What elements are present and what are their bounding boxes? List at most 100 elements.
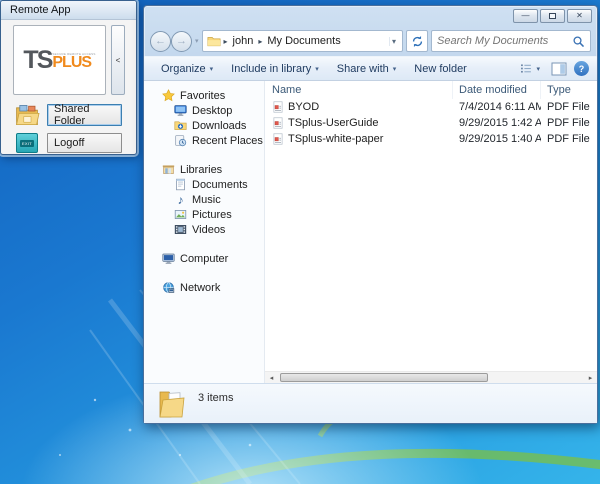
- file-name: TSplus-UserGuide: [288, 117, 378, 129]
- folder-icon: [207, 35, 221, 47]
- views-icon: [519, 62, 533, 75]
- back-icon: ←: [155, 36, 166, 47]
- search-box[interactable]: [431, 30, 591, 52]
- scrollbar-track[interactable]: [278, 372, 584, 383]
- pdf-file-icon: [272, 101, 284, 113]
- include-in-library-button[interactable]: Include in library ▾: [222, 60, 328, 78]
- scroll-left-button[interactable]: ◂: [265, 372, 278, 383]
- documents-icon: [174, 178, 187, 191]
- column-header-type[interactable]: Type: [541, 81, 597, 99]
- file-row-tsplus-white-paper[interactable]: TSplus-white-paper 9/29/2015 1:40 AM PDF…: [265, 131, 597, 147]
- nav-history-dropdown[interactable]: ▾: [195, 37, 199, 45]
- new-folder-button[interactable]: New folder: [405, 60, 476, 78]
- new-folder-label: New folder: [414, 63, 467, 75]
- column-header-name[interactable]: Name: [265, 81, 453, 99]
- sidebar-item-videos[interactable]: Videos: [144, 222, 264, 237]
- file-row-tsplus-userguide[interactable]: TSplus-UserGuide 9/29/2015 1:42 AM PDF F…: [265, 115, 597, 131]
- sidebar-item-pictures[interactable]: Pictures: [144, 207, 264, 222]
- minimize-button[interactable]: —: [513, 9, 538, 23]
- exit-icon: EXIT: [16, 133, 38, 153]
- navigation-pane: Favorites Desktop Downloads: [144, 81, 264, 383]
- remote-app-window: Remote App TS SECURE REMOTE ACCESS PLUS …: [0, 0, 137, 155]
- videos-label: Videos: [192, 224, 225, 236]
- shared-folder-label: Shared Folder: [54, 103, 121, 127]
- recent-places-icon: [174, 134, 187, 147]
- file-name: TSplus-white-paper: [288, 133, 383, 145]
- sidebar-item-music[interactable]: ♪ Music: [144, 192, 264, 207]
- sidebar-item-favorites[interactable]: Favorites: [144, 88, 264, 103]
- sidebar-item-desktop[interactable]: Desktop: [144, 103, 264, 118]
- pdf-file-icon: [272, 117, 284, 129]
- preview-pane-icon: [551, 62, 567, 76]
- sidebar-item-network[interactable]: Network: [144, 280, 264, 295]
- sidebar-item-libraries[interactable]: Libraries: [144, 162, 264, 177]
- network-icon: [162, 281, 175, 294]
- music-label: Music: [192, 194, 221, 206]
- file-row-byod[interactable]: BYOD 7/4/2014 6:11 AM PDF File: [265, 99, 597, 115]
- file-type: PDF File: [541, 117, 597, 129]
- sidebar-item-downloads[interactable]: Downloads: [144, 118, 264, 133]
- help-icon: ?: [579, 64, 585, 74]
- address-bar[interactable]: ▸ john ▸ My Documents ▾: [202, 30, 403, 52]
- help-button[interactable]: ?: [574, 61, 589, 76]
- preview-pane-button[interactable]: [551, 62, 567, 76]
- collapse-left-icon: <: [116, 56, 121, 65]
- refresh-icon: [411, 35, 424, 48]
- file-date: 9/29/2015 1:42 AM: [453, 117, 541, 129]
- open-folder-icon: [156, 388, 188, 420]
- collapse-button[interactable]: <: [111, 25, 125, 95]
- tsplus-logo-box: TS SECURE REMOTE ACCESS PLUS: [13, 25, 106, 95]
- views-button[interactable]: ▾: [515, 59, 544, 78]
- libraries-label: Libraries: [180, 164, 222, 176]
- remote-app-titlebar[interactable]: Remote App: [1, 1, 136, 20]
- sidebar-item-recent-places[interactable]: Recent Places: [144, 133, 264, 148]
- search-input[interactable]: [437, 35, 572, 47]
- tsplus-logo-plus: PLUS: [52, 56, 91, 70]
- share-with-button[interactable]: Share with ▾: [328, 60, 406, 78]
- command-toolbar: Organize ▾ Include in library ▾ Share wi…: [144, 56, 597, 81]
- chevron-down-icon: ▾: [536, 65, 540, 73]
- pdf-file-icon: [272, 133, 284, 145]
- scrollbar-thumb[interactable]: [280, 373, 488, 382]
- maximize-button[interactable]: [540, 9, 565, 23]
- column-header-date-modified[interactable]: Date modified: [453, 81, 541, 99]
- organize-button[interactable]: Organize ▾: [152, 60, 222, 78]
- logoff-icon-button[interactable]: EXIT: [13, 133, 41, 153]
- computer-label: Computer: [180, 253, 228, 265]
- exit-icon-label: EXIT: [20, 140, 34, 147]
- desktop-label: Desktop: [192, 105, 232, 117]
- file-list-pane: Name Date modified Type BYOD 7/4/2014 6:…: [265, 81, 597, 383]
- refresh-button[interactable]: [406, 30, 428, 52]
- breadcrumb-segment-john[interactable]: john: [231, 35, 256, 47]
- shared-folder-icon-button[interactable]: [13, 103, 41, 127]
- pictures-icon: [174, 208, 187, 221]
- details-pane: 3 items: [144, 383, 597, 423]
- horizontal-scrollbar[interactable]: ◂ ▸: [265, 371, 597, 383]
- include-in-library-label: Include in library: [231, 63, 311, 75]
- file-name: BYOD: [288, 101, 319, 113]
- sidebar-item-computer[interactable]: Computer: [144, 251, 264, 266]
- downloads-icon: [174, 119, 187, 132]
- organize-label: Organize: [161, 63, 206, 75]
- scroll-right-button[interactable]: ▸: [584, 372, 597, 383]
- sidebar-item-documents[interactable]: Documents: [144, 177, 264, 192]
- forward-button[interactable]: →: [171, 31, 192, 52]
- file-type: PDF File: [541, 101, 597, 113]
- forward-icon: →: [176, 36, 187, 47]
- breadcrumb-arrow-icon: ▸: [258, 37, 262, 46]
- shared-folder-button[interactable]: Shared Folder: [47, 104, 122, 126]
- minimize-icon: —: [522, 12, 530, 20]
- favorites-label: Favorites: [180, 90, 225, 102]
- chevron-down-icon: ▾: [315, 65, 319, 73]
- close-button[interactable]: ✕: [567, 9, 592, 23]
- back-button[interactable]: ←: [150, 31, 171, 52]
- file-date: 7/4/2014 6:11 AM: [453, 101, 541, 113]
- address-dropdown-icon[interactable]: ▾: [389, 37, 398, 46]
- network-label: Network: [180, 282, 220, 294]
- logoff-button[interactable]: Logoff: [47, 133, 122, 153]
- search-icon[interactable]: [572, 35, 585, 48]
- file-date: 9/29/2015 1:40 AM: [453, 133, 541, 145]
- explorer-titlebar[interactable]: — ✕: [144, 6, 597, 26]
- breadcrumb-segment-my-documents[interactable]: My Documents: [265, 35, 342, 47]
- computer-icon: [162, 252, 175, 265]
